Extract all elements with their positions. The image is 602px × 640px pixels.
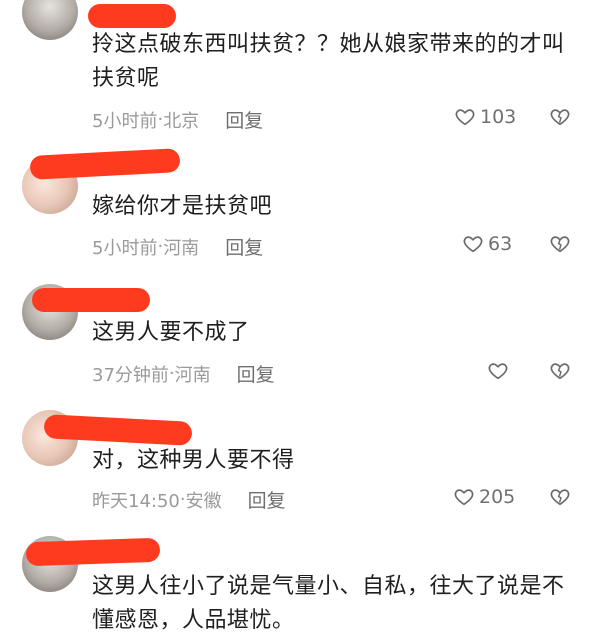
reply-button[interactable]: 回复	[248, 486, 286, 513]
comment-meta: 5小时前 · 北京 回复	[92, 106, 263, 133]
heart-outline-icon	[455, 109, 475, 126]
heart-outline-icon	[463, 236, 483, 253]
like-count: 63	[488, 233, 513, 255]
like-button[interactable]: 205	[453, 486, 515, 508]
broken-heart-icon[interactable]	[548, 486, 572, 508]
comment-location: 北京	[163, 110, 200, 132]
comment-text: 这男人往小了说是气量小、自私，往大了说是不懂感恩，人品堪忧。	[92, 574, 565, 633]
comment-text: 拎这点破东西叫扶贫？？她从娘家带来的的才叫扶贫呢	[92, 32, 565, 91]
comment-meta: 昨天14:50 · 安徽 回复	[92, 486, 286, 513]
broken-heart-icon[interactable]	[548, 106, 572, 128]
comment-text: 对，这种男人要不得	[92, 448, 295, 473]
reply-button[interactable]: 回复	[225, 106, 263, 133]
like-count: 205	[479, 486, 516, 508]
like-button[interactable]: 103	[454, 106, 516, 128]
reply-button[interactable]: 回复	[225, 233, 263, 260]
broken-heart-icon[interactable]	[548, 360, 572, 382]
redacted-username	[32, 288, 150, 312]
redacted-username	[25, 537, 161, 567]
redacted-username	[29, 148, 181, 180]
heart-outline-icon	[488, 363, 508, 380]
comment-time: 37分钟前	[92, 364, 169, 386]
comment-location: 河南	[163, 237, 200, 259]
like-button[interactable]: 63	[462, 233, 512, 255]
redacted-username	[88, 4, 176, 28]
avatar[interactable]	[22, 0, 78, 40]
comment-time: 5小时前	[92, 237, 158, 259]
comment-text: 这男人要不成了	[92, 320, 250, 345]
comment-meta: 37分钟前 · 河南 回复	[92, 360, 275, 387]
like-button[interactable]	[487, 360, 513, 382]
comment-meta: 5小时前 · 河南 回复	[92, 233, 263, 260]
broken-heart-icon[interactable]	[548, 233, 572, 255]
like-count: 103	[480, 106, 517, 128]
comment-text: 嫁给你才是扶贫吧	[92, 194, 273, 219]
comment-location: 安徽	[185, 490, 222, 512]
comment-time: 5小时前	[92, 110, 158, 132]
comment-time: 昨天14:50	[92, 490, 180, 512]
reply-button[interactable]: 回复	[237, 360, 275, 387]
heart-outline-icon	[454, 489, 474, 506]
comment-location: 河南	[174, 364, 211, 386]
